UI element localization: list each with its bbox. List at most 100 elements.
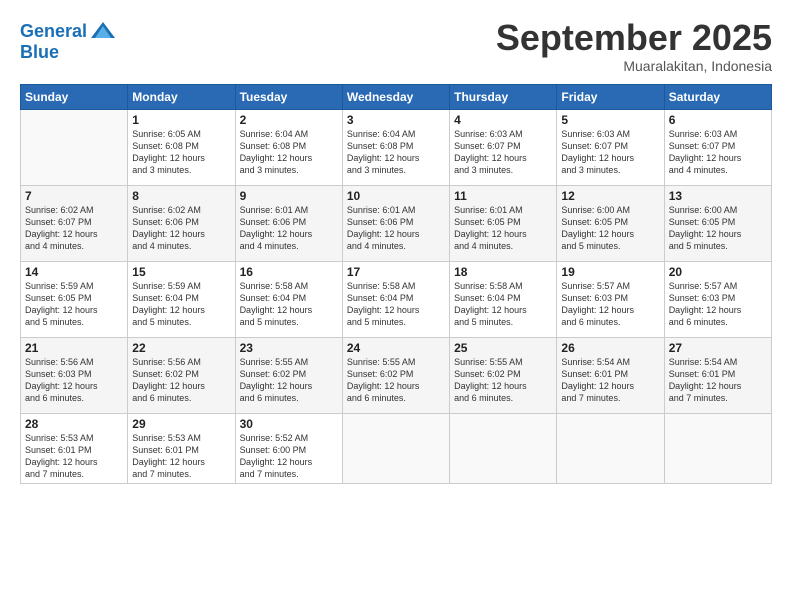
- calendar-cell: 12Sunrise: 6:00 AM Sunset: 6:05 PM Dayli…: [557, 185, 664, 261]
- header-day-sunday: Sunday: [21, 84, 128, 109]
- day-info: Sunrise: 5:59 AM Sunset: 6:04 PM Dayligh…: [132, 280, 230, 329]
- day-number: 1: [132, 113, 230, 127]
- day-number: 30: [240, 417, 338, 431]
- day-info: Sunrise: 5:53 AM Sunset: 6:01 PM Dayligh…: [132, 432, 230, 481]
- day-number: 17: [347, 265, 445, 279]
- header-day-tuesday: Tuesday: [235, 84, 342, 109]
- calendar-cell: 18Sunrise: 5:58 AM Sunset: 6:04 PM Dayli…: [450, 261, 557, 337]
- day-info: Sunrise: 6:00 AM Sunset: 6:05 PM Dayligh…: [669, 204, 767, 253]
- calendar-cell: 30Sunrise: 5:52 AM Sunset: 6:00 PM Dayli…: [235, 413, 342, 484]
- day-info: Sunrise: 5:52 AM Sunset: 6:00 PM Dayligh…: [240, 432, 338, 481]
- day-number: 10: [347, 189, 445, 203]
- calendar-week-row: 28Sunrise: 5:53 AM Sunset: 6:01 PM Dayli…: [21, 413, 772, 484]
- header-day-friday: Friday: [557, 84, 664, 109]
- day-info: Sunrise: 5:54 AM Sunset: 6:01 PM Dayligh…: [561, 356, 659, 405]
- calendar-header-row: SundayMondayTuesdayWednesdayThursdayFrid…: [21, 84, 772, 109]
- day-info: Sunrise: 6:04 AM Sunset: 6:08 PM Dayligh…: [240, 128, 338, 177]
- day-info: Sunrise: 6:02 AM Sunset: 6:07 PM Dayligh…: [25, 204, 123, 253]
- calendar-cell: 17Sunrise: 5:58 AM Sunset: 6:04 PM Dayli…: [342, 261, 449, 337]
- calendar-cell: 10Sunrise: 6:01 AM Sunset: 6:06 PM Dayli…: [342, 185, 449, 261]
- day-number: 21: [25, 341, 123, 355]
- calendar-cell: 3Sunrise: 6:04 AM Sunset: 6:08 PM Daylig…: [342, 109, 449, 185]
- calendar-cell: 27Sunrise: 5:54 AM Sunset: 6:01 PM Dayli…: [664, 337, 771, 413]
- day-number: 13: [669, 189, 767, 203]
- calendar-cell: 28Sunrise: 5:53 AM Sunset: 6:01 PM Dayli…: [21, 413, 128, 484]
- day-info: Sunrise: 5:59 AM Sunset: 6:05 PM Dayligh…: [25, 280, 123, 329]
- calendar-cell: 22Sunrise: 5:56 AM Sunset: 6:02 PM Dayli…: [128, 337, 235, 413]
- subtitle: Muaralakitan, Indonesia: [496, 58, 772, 74]
- day-info: Sunrise: 5:55 AM Sunset: 6:02 PM Dayligh…: [454, 356, 552, 405]
- day-info: Sunrise: 5:56 AM Sunset: 6:03 PM Dayligh…: [25, 356, 123, 405]
- header-day-monday: Monday: [128, 84, 235, 109]
- day-info: Sunrise: 5:53 AM Sunset: 6:01 PM Dayligh…: [25, 432, 123, 481]
- day-number: 25: [454, 341, 552, 355]
- day-info: Sunrise: 6:02 AM Sunset: 6:06 PM Dayligh…: [132, 204, 230, 253]
- day-info: Sunrise: 5:58 AM Sunset: 6:04 PM Dayligh…: [347, 280, 445, 329]
- day-info: Sunrise: 6:01 AM Sunset: 6:06 PM Dayligh…: [240, 204, 338, 253]
- header-day-wednesday: Wednesday: [342, 84, 449, 109]
- day-info: Sunrise: 6:01 AM Sunset: 6:05 PM Dayligh…: [454, 204, 552, 253]
- calendar-cell: [664, 413, 771, 484]
- day-info: Sunrise: 6:03 AM Sunset: 6:07 PM Dayligh…: [454, 128, 552, 177]
- calendar-cell: 16Sunrise: 5:58 AM Sunset: 6:04 PM Dayli…: [235, 261, 342, 337]
- calendar-cell: 20Sunrise: 5:57 AM Sunset: 6:03 PM Dayli…: [664, 261, 771, 337]
- calendar-week-row: 1Sunrise: 6:05 AM Sunset: 6:08 PM Daylig…: [21, 109, 772, 185]
- day-number: 12: [561, 189, 659, 203]
- header-day-thursday: Thursday: [450, 84, 557, 109]
- calendar-cell: 8Sunrise: 6:02 AM Sunset: 6:06 PM Daylig…: [128, 185, 235, 261]
- calendar-cell: 13Sunrise: 6:00 AM Sunset: 6:05 PM Dayli…: [664, 185, 771, 261]
- logo-icon: [89, 18, 117, 46]
- day-number: 23: [240, 341, 338, 355]
- day-info: Sunrise: 6:03 AM Sunset: 6:07 PM Dayligh…: [561, 128, 659, 177]
- calendar-table: SundayMondayTuesdayWednesdayThursdayFrid…: [20, 84, 772, 485]
- calendar-week-row: 21Sunrise: 5:56 AM Sunset: 6:03 PM Dayli…: [21, 337, 772, 413]
- title-block: September 2025 Muaralakitan, Indonesia: [496, 18, 772, 74]
- header-day-saturday: Saturday: [664, 84, 771, 109]
- day-number: 3: [347, 113, 445, 127]
- day-number: 24: [347, 341, 445, 355]
- calendar-cell: 5Sunrise: 6:03 AM Sunset: 6:07 PM Daylig…: [557, 109, 664, 185]
- day-number: 5: [561, 113, 659, 127]
- day-info: Sunrise: 5:54 AM Sunset: 6:01 PM Dayligh…: [669, 356, 767, 405]
- calendar-week-row: 14Sunrise: 5:59 AM Sunset: 6:05 PM Dayli…: [21, 261, 772, 337]
- logo: General Blue: [20, 18, 117, 63]
- day-info: Sunrise: 5:58 AM Sunset: 6:04 PM Dayligh…: [240, 280, 338, 329]
- calendar-cell: 29Sunrise: 5:53 AM Sunset: 6:01 PM Dayli…: [128, 413, 235, 484]
- day-info: Sunrise: 6:00 AM Sunset: 6:05 PM Dayligh…: [561, 204, 659, 253]
- page: General Blue September 2025 Muaralakitan…: [0, 0, 792, 612]
- day-number: 28: [25, 417, 123, 431]
- day-number: 27: [669, 341, 767, 355]
- calendar-cell: 1Sunrise: 6:05 AM Sunset: 6:08 PM Daylig…: [128, 109, 235, 185]
- day-number: 26: [561, 341, 659, 355]
- calendar-cell: 23Sunrise: 5:55 AM Sunset: 6:02 PM Dayli…: [235, 337, 342, 413]
- day-info: Sunrise: 6:01 AM Sunset: 6:06 PM Dayligh…: [347, 204, 445, 253]
- calendar-cell: 15Sunrise: 5:59 AM Sunset: 6:04 PM Dayli…: [128, 261, 235, 337]
- day-info: Sunrise: 5:55 AM Sunset: 6:02 PM Dayligh…: [240, 356, 338, 405]
- calendar-cell: 6Sunrise: 6:03 AM Sunset: 6:07 PM Daylig…: [664, 109, 771, 185]
- day-info: Sunrise: 5:57 AM Sunset: 6:03 PM Dayligh…: [669, 280, 767, 329]
- day-number: 14: [25, 265, 123, 279]
- calendar-week-row: 7Sunrise: 6:02 AM Sunset: 6:07 PM Daylig…: [21, 185, 772, 261]
- day-number: 8: [132, 189, 230, 203]
- day-number: 16: [240, 265, 338, 279]
- calendar-body: 1Sunrise: 6:05 AM Sunset: 6:08 PM Daylig…: [21, 109, 772, 484]
- day-number: 19: [561, 265, 659, 279]
- day-info: Sunrise: 6:05 AM Sunset: 6:08 PM Dayligh…: [132, 128, 230, 177]
- calendar-cell: 2Sunrise: 6:04 AM Sunset: 6:08 PM Daylig…: [235, 109, 342, 185]
- calendar-cell: 19Sunrise: 5:57 AM Sunset: 6:03 PM Dayli…: [557, 261, 664, 337]
- day-number: 20: [669, 265, 767, 279]
- calendar-cell: 26Sunrise: 5:54 AM Sunset: 6:01 PM Dayli…: [557, 337, 664, 413]
- calendar-cell: [21, 109, 128, 185]
- day-info: Sunrise: 6:04 AM Sunset: 6:08 PM Dayligh…: [347, 128, 445, 177]
- day-info: Sunrise: 5:56 AM Sunset: 6:02 PM Dayligh…: [132, 356, 230, 405]
- month-title: September 2025: [496, 18, 772, 58]
- day-number: 11: [454, 189, 552, 203]
- day-info: Sunrise: 5:55 AM Sunset: 6:02 PM Dayligh…: [347, 356, 445, 405]
- day-number: 2: [240, 113, 338, 127]
- day-number: 29: [132, 417, 230, 431]
- calendar-cell: 9Sunrise: 6:01 AM Sunset: 6:06 PM Daylig…: [235, 185, 342, 261]
- calendar-cell: 14Sunrise: 5:59 AM Sunset: 6:05 PM Dayli…: [21, 261, 128, 337]
- calendar-cell: 11Sunrise: 6:01 AM Sunset: 6:05 PM Dayli…: [450, 185, 557, 261]
- day-number: 9: [240, 189, 338, 203]
- calendar-cell: [342, 413, 449, 484]
